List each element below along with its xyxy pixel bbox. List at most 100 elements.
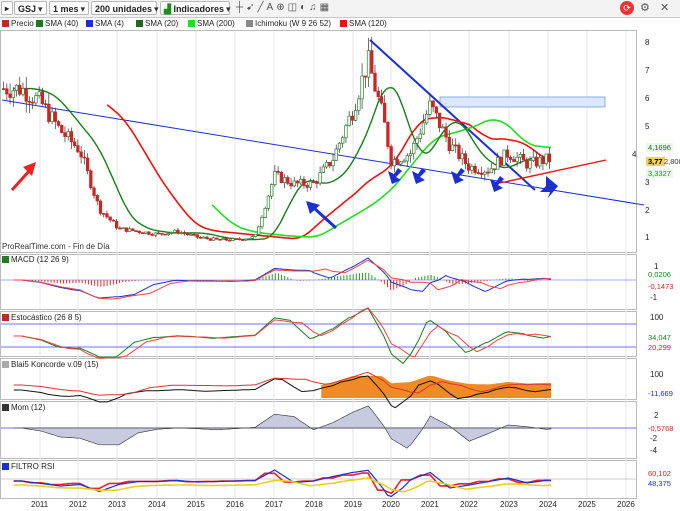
trendline-steep[interactable] xyxy=(369,39,536,191)
sma120-line xyxy=(106,104,552,240)
legend-swatch xyxy=(2,361,9,368)
candle-body xyxy=(215,237,219,240)
candle-body xyxy=(541,157,545,164)
candle-body xyxy=(14,84,19,91)
blue-arrow-annotation-large[interactable] xyxy=(306,201,338,230)
candle-body xyxy=(515,156,519,162)
candle-body xyxy=(18,84,22,95)
resistance-zone[interactable] xyxy=(439,96,606,108)
candle-body xyxy=(24,88,28,102)
candle-body xyxy=(66,131,70,137)
watermark: ProRealTime.com - Fin de Día xyxy=(2,242,110,251)
candle-body xyxy=(218,238,222,241)
candle-body xyxy=(221,238,225,241)
candle-body xyxy=(63,132,67,137)
candle-body xyxy=(370,50,374,74)
candle-body xyxy=(399,161,403,165)
candle-body xyxy=(250,236,254,239)
candle-body xyxy=(34,95,38,104)
sma40-line xyxy=(13,87,552,241)
candle-body xyxy=(496,157,500,170)
candle-body xyxy=(460,153,464,160)
koncorde-y-tick: 100 xyxy=(650,370,664,379)
candle-body xyxy=(421,122,426,135)
candle-body xyxy=(102,213,106,215)
candle-body xyxy=(273,171,277,185)
candle-body xyxy=(302,178,306,186)
y-tick: 5 xyxy=(645,122,650,131)
candle-body xyxy=(467,163,471,171)
stoch-label[interactable]: Estocástico (26 8 5) xyxy=(2,313,82,323)
rsi-series xyxy=(13,469,552,498)
candle-body xyxy=(286,177,290,184)
x-tick-year: 2024 xyxy=(539,500,557,509)
candle-body xyxy=(499,157,503,166)
legend-swatch xyxy=(2,404,9,411)
candle-body xyxy=(282,177,287,183)
candle-body xyxy=(350,115,355,121)
candle-body xyxy=(463,153,468,165)
candle-body xyxy=(315,182,319,184)
candle-body xyxy=(360,75,364,100)
candle-body xyxy=(366,50,371,78)
candle-body xyxy=(240,239,245,241)
candle-body xyxy=(263,208,267,218)
candle-body xyxy=(479,172,484,175)
candle-body xyxy=(483,171,487,175)
sma40-path xyxy=(13,87,552,241)
blue-arrow-annotations-small[interactable] xyxy=(388,168,558,198)
candle-body xyxy=(234,238,238,240)
candle-body xyxy=(228,239,232,242)
candle-body xyxy=(144,231,148,234)
y-tick: 3 xyxy=(645,178,650,187)
x-tick-year: 2019 xyxy=(344,500,362,509)
koncorde-label[interactable]: Blai5 Koncorde v.09 (15) xyxy=(2,360,98,370)
x-tick-year: 2018 xyxy=(305,500,323,509)
red-arrow-annotation[interactable] xyxy=(10,162,36,192)
candle-body xyxy=(408,153,413,157)
candle-body xyxy=(447,136,451,151)
x-tick-year: 2012 xyxy=(69,500,87,509)
macd-line xyxy=(13,257,552,299)
candle-body xyxy=(457,144,461,160)
candle-body xyxy=(437,112,442,129)
candle-body xyxy=(85,157,90,172)
candle-body xyxy=(169,232,174,234)
candle-body xyxy=(127,228,132,232)
candle-body xyxy=(176,229,180,234)
candle-body xyxy=(363,75,367,78)
candle-body xyxy=(454,144,458,147)
candle-body xyxy=(111,219,116,222)
y-tick: 7 xyxy=(645,66,650,75)
candle-body xyxy=(260,217,264,228)
chart-canvas[interactable] xyxy=(0,0,680,511)
candle-body xyxy=(231,238,235,241)
y-tick: 6 xyxy=(645,94,650,103)
candle-body xyxy=(211,237,216,241)
x-tick-year: 2022 xyxy=(460,500,478,509)
candle-body xyxy=(92,187,96,196)
candle-body xyxy=(140,232,145,234)
candle-body xyxy=(82,156,87,159)
rsi-label[interactable]: FILTRO RSI xyxy=(2,462,54,472)
candle-body xyxy=(518,153,522,158)
candle-body xyxy=(202,236,206,239)
candle-body xyxy=(331,160,335,167)
price-tag-sma40: 4,1696 xyxy=(646,143,673,152)
candle-body xyxy=(73,141,77,147)
candle-body xyxy=(428,100,432,115)
candle-body xyxy=(489,168,493,174)
candle-body xyxy=(353,110,358,121)
mom-label[interactable]: Mom (12) xyxy=(2,403,45,413)
x-tick-year: 2013 xyxy=(108,500,126,509)
candle-body xyxy=(334,148,338,161)
candle-body xyxy=(311,181,316,183)
candle-body xyxy=(357,98,361,111)
candle-body xyxy=(538,157,542,167)
candle-body xyxy=(270,184,274,197)
stoch-series xyxy=(13,307,552,365)
macd-label[interactable]: MACD (12 26 9) xyxy=(2,255,69,265)
candle-body xyxy=(108,216,112,221)
candle-body xyxy=(295,180,300,184)
candle-body xyxy=(47,103,51,122)
